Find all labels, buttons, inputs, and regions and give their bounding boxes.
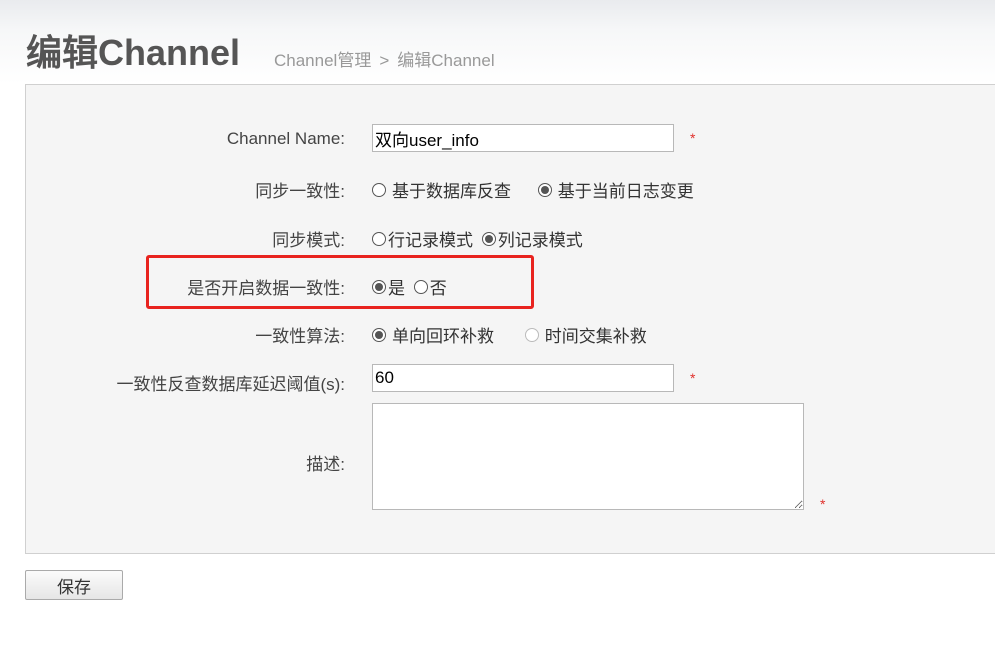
breadcrumb-current: 编辑Channel [397, 51, 495, 70]
required-mark: * [690, 130, 696, 146]
radio-option-yes[interactable]: 是 [372, 274, 405, 299]
description-textarea[interactable] [372, 403, 804, 510]
radio-button[interactable] [372, 231, 386, 246]
radio-option-log-change[interactable]: 基于当前日志变更 [537, 177, 694, 202]
consistency-algorithm-radio-group: 单向回环补救 时间交集补救 [372, 322, 647, 347]
page-title: 编辑Channel [26, 32, 241, 73]
radio-label: 单向回环补救 [392, 327, 494, 346]
sync-mode-radio-group: 行记录模式 列记录模式 [372, 226, 583, 251]
channel-name-label: Channel Name: [226, 129, 345, 148]
enable-consistency-radio-group: 是 否 [372, 274, 447, 299]
radio-option-unidirectional-loop[interactable]: 单向回环补救 [372, 322, 494, 347]
breadcrumb: Channel管理 > 编辑Channel [274, 46, 495, 71]
radio-button[interactable] [372, 182, 386, 197]
breadcrumb-parent-link[interactable]: Channel管理 [274, 51, 371, 70]
radio-option-time-intersection: 时间交集补救 [524, 322, 647, 347]
radio-button-checked[interactable] [537, 182, 552, 197]
page-header: 编辑Channel Channel管理 > 编辑Channel [0, 0, 995, 84]
delay-threshold-input[interactable] [372, 364, 674, 392]
enable-consistency-label: 是否开启数据一致性: [187, 279, 345, 298]
breadcrumb-separator: > [379, 51, 390, 70]
channel-name-input[interactable] [372, 124, 674, 152]
radio-button-checked[interactable] [481, 231, 496, 246]
sync-consistency-radio-group: 基于数据库反查 基于当前日志变更 [372, 177, 694, 202]
radio-button-disabled [524, 327, 539, 342]
consistency-algorithm-label: 一致性算法: [255, 327, 345, 346]
delay-threshold-label: 一致性反查数据库延迟阈值(s): [116, 375, 345, 394]
radio-label: 行记录模式 [388, 231, 473, 250]
required-mark: * [690, 370, 696, 386]
required-mark: * [820, 496, 826, 512]
radio-option-column-mode[interactable]: 列记录模式 [481, 226, 583, 251]
radio-label: 列记录模式 [497, 231, 583, 250]
sync-consistency-label: 同步一致性: [255, 182, 345, 201]
radio-button-checked[interactable] [372, 279, 386, 294]
sync-mode-label: 同步模式: [272, 231, 345, 250]
description-label: 描述: [306, 455, 345, 474]
radio-option-no[interactable]: 否 [413, 274, 447, 299]
radio-label: 否 [429, 279, 447, 298]
radio-button-checked[interactable] [372, 327, 386, 342]
radio-option-row-mode[interactable]: 行记录模式 [372, 226, 473, 251]
radio-label: 基于数据库反查 [392, 182, 511, 201]
radio-option-db-lookup[interactable]: 基于数据库反查 [372, 177, 511, 202]
save-button[interactable]: 保存 [25, 570, 123, 600]
radio-button[interactable] [413, 279, 428, 294]
radio-label: 基于当前日志变更 [557, 182, 694, 201]
radio-label: 是 [388, 279, 405, 298]
radio-label: 时间交集补救 [544, 327, 647, 346]
